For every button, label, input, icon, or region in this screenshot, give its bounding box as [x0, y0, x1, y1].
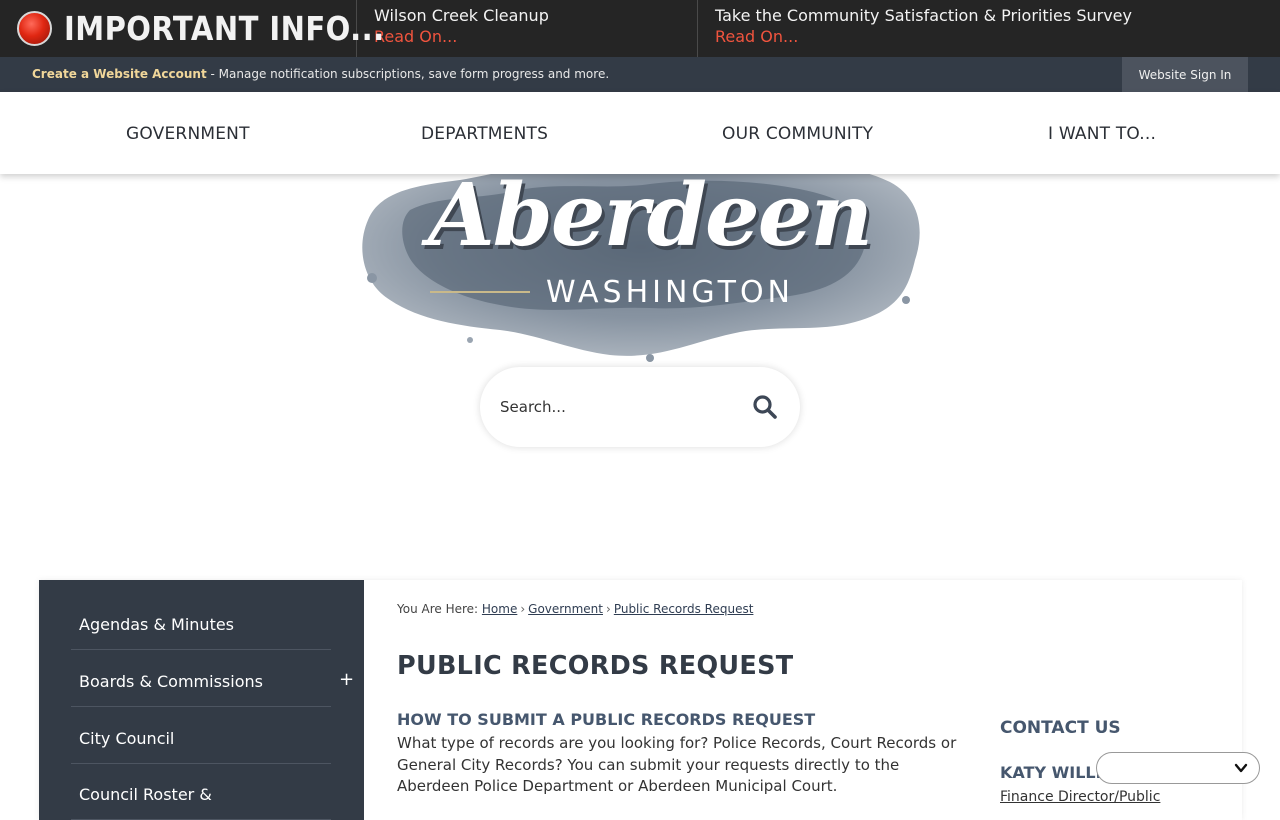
nav-item-our-community[interactable]: OUR COMMUNITY [722, 124, 873, 144]
breadcrumb-separator: › [606, 602, 611, 616]
read-on-link[interactable]: Read On... [374, 26, 697, 48]
nav-item-i-want-to[interactable]: I WANT TO... [1048, 124, 1156, 144]
side-nav-item-agendas-minutes[interactable]: Agendas & Minutes [71, 593, 331, 650]
alert-title: IMPORTANT INFO... [64, 9, 385, 48]
side-nav: Agendas & Minutes Boards & Commissions +… [39, 580, 364, 820]
contact-role-link[interactable]: Finance Director/Public [1000, 789, 1160, 805]
side-nav-item-label: Council Roster & [79, 785, 212, 804]
expand-plus-icon[interactable]: + [339, 669, 354, 690]
breadcrumb-government-link[interactable]: Government [528, 602, 603, 616]
alert-item-wilson-creek[interactable]: Wilson Creek Cleanup Read On... [357, 0, 698, 57]
side-nav-item-council-roster[interactable]: Council Roster & [71, 763, 331, 820]
create-account-link[interactable]: Create a Website Account [32, 67, 207, 81]
logo-wordmark: Aberdeen [428, 165, 873, 266]
nav-item-government[interactable]: GOVERNMENT [126, 124, 250, 144]
page-title: PUBLIC RECORDS REQUEST [397, 651, 794, 681]
account-message: Create a Website Account - Manage notifi… [32, 67, 609, 81]
main-nav: GOVERNMENT DEPARTMENTS OUR COMMUNITY I W… [0, 92, 1280, 174]
nav-item-departments[interactable]: DEPARTMENTS [421, 124, 548, 144]
side-nav-item-label: City Council [79, 729, 175, 748]
breadcrumb-home-link[interactable]: Home [482, 602, 517, 616]
side-nav-item-label: Agendas & Minutes [79, 615, 235, 634]
read-on-link[interactable]: Read On... [715, 26, 1280, 48]
search-input[interactable] [500, 398, 730, 416]
breadcrumb: You Are Here: Home › Government › Public Rec… [397, 602, 753, 616]
logo-subtitle-row: WASHINGTON [430, 274, 870, 310]
section-heading: HOW TO SUBMIT A PUBLIC RECORDS REQUEST [397, 710, 816, 729]
breadcrumb-prefix: You Are Here: [397, 602, 479, 616]
alert-item-title: Take the Community Satisfaction & Priori… [715, 6, 1132, 25]
alert-item-survey[interactable]: Take the Community Satisfaction & Priori… [698, 0, 1280, 57]
breadcrumb-current-link[interactable]: Public Records Request [614, 602, 754, 616]
account-description: - Manage notification subscriptions, sav… [206, 67, 610, 81]
alert-icon [17, 11, 52, 46]
section-body: What type of records are you looking for… [397, 734, 957, 795]
logo-divider [430, 291, 530, 293]
side-nav-item-city-council[interactable]: City Council [71, 707, 331, 764]
side-nav-item-boards-commissions[interactable]: Boards & Commissions + [71, 650, 354, 707]
logo-subtitle: WASHINGTON [546, 274, 794, 310]
search-icon[interactable] [752, 394, 778, 420]
alert-item-title: Wilson Creek Cleanup [374, 6, 549, 25]
side-nav-item-label: Boards & Commissions [79, 672, 263, 691]
contact-heading: CONTACT US [1000, 718, 1121, 738]
breadcrumb-separator: › [520, 602, 526, 616]
alert-brand[interactable]: IMPORTANT INFO... [0, 0, 384, 57]
account-bar: Create a Website Account - Manage notifi… [0, 57, 1280, 92]
alert-bar: IMPORTANT INFO... Wilson Creek Cleanup R… [0, 0, 1280, 57]
chevron-down-icon [1234, 763, 1248, 773]
website-sign-in-button[interactable]: Website Sign In [1122, 57, 1248, 92]
